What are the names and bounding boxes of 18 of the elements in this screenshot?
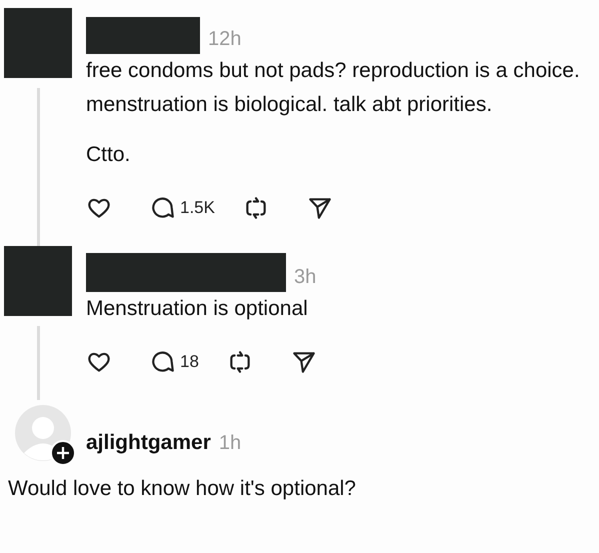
speech-bubble-icon [150,195,176,221]
username[interactable]: ajlightgamer [86,426,211,458]
send-icon [306,195,333,221]
share-button[interactable] [290,349,317,375]
post-text: free condoms but not pads? reproduction is a choice. menstruation is biological. talk abt priorities. [86,58,581,118]
timestamp: 12h [208,27,242,52]
comment-button[interactable]: 1.5K [150,195,215,221]
timestamp: 1h [218,431,242,456]
redaction-block [4,8,72,78]
post-text: Menstruation is optional [86,296,309,322]
comment-button[interactable]: 18 [150,349,199,375]
redaction-block [4,246,72,316]
share-button[interactable] [306,195,333,221]
post-text: Ctto. [86,142,132,168]
timestamp: 3h [294,265,316,290]
speech-bubble-icon [150,349,176,375]
send-icon [290,349,317,375]
post-text: Would love to know how it's optional? [8,476,357,502]
